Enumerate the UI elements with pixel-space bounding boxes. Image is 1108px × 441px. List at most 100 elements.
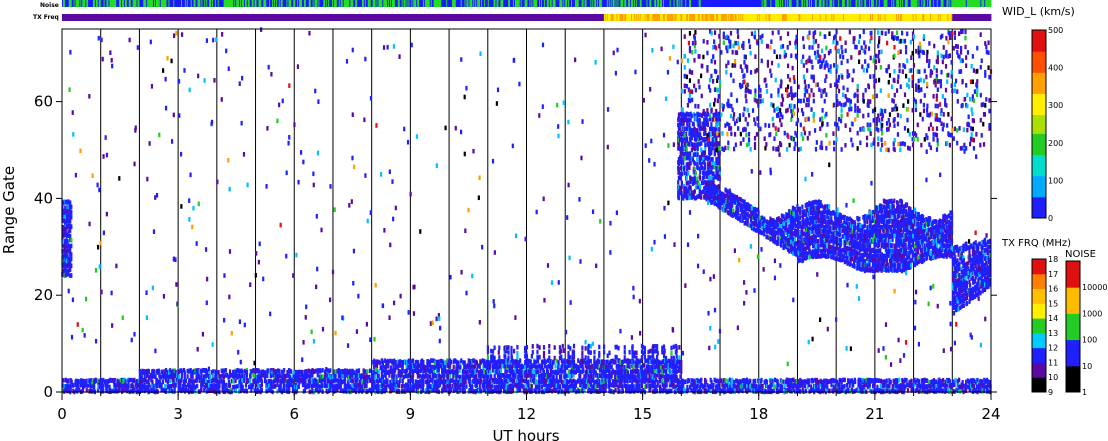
data-cell: [589, 350, 592, 355]
data-cell: [222, 368, 226, 374]
data-cell: [572, 343, 576, 349]
data-cell: [257, 388, 260, 394]
data-cell: [186, 374, 189, 379]
data-cell: [643, 346, 647, 351]
data-cell: [602, 359, 606, 365]
data-cell: [463, 360, 466, 365]
data-cell: [437, 378, 440, 384]
data-cell: [339, 383, 342, 389]
data-cell: [525, 344, 529, 350]
data-cell: [449, 359, 453, 365]
data-cell: [343, 373, 346, 379]
data-cell: [283, 367, 286, 373]
data-cell: [374, 374, 377, 379]
data-cell: [511, 388, 515, 394]
data-cell: [224, 382, 227, 388]
data-cell: [495, 389, 498, 394]
data-cell: [366, 389, 369, 394]
data-cell: [678, 379, 681, 385]
data-cell: [483, 358, 486, 364]
data-cell: [270, 379, 273, 385]
data-cell: [178, 374, 181, 380]
data-cell: [653, 364, 656, 370]
data-cell: [579, 369, 582, 375]
data-cell: [297, 384, 300, 390]
data-cell: [180, 370, 184, 375]
data-cell: [486, 355, 489, 360]
data-cell: [621, 359, 624, 365]
data-cell: [214, 383, 218, 389]
data-cell: [521, 365, 524, 370]
data-cell: [133, 377, 136, 383]
data-cell: [368, 368, 372, 374]
data-cell: [144, 384, 147, 390]
data-cell: [323, 379, 327, 384]
data-cell: [553, 345, 556, 350]
data-cell: [76, 388, 79, 394]
data-cell: [513, 348, 516, 354]
data-cell: [590, 374, 593, 379]
data-cell: [422, 382, 425, 388]
data-cell: [422, 378, 425, 384]
data-cell: [124, 379, 127, 384]
data-cell: [506, 363, 509, 369]
data-cell: [554, 363, 557, 369]
data-cell: [525, 383, 528, 389]
data-cell: [531, 350, 534, 355]
data-cell: [612, 370, 615, 375]
data-cell: [637, 369, 640, 375]
data-cell: [329, 368, 332, 373]
data-cell: [217, 370, 220, 375]
data-cell: [567, 369, 570, 374]
data-cell: [534, 364, 537, 370]
data-cell: [264, 370, 267, 375]
data-cell: [200, 373, 203, 379]
data-cell: [437, 359, 440, 365]
data-cell: [507, 345, 510, 350]
data-cell: [209, 374, 212, 380]
data-cell: [493, 355, 496, 361]
data-cell: [587, 343, 590, 349]
data-cell: [538, 345, 541, 350]
data-cell: [621, 384, 624, 389]
data-cell: [645, 358, 648, 364]
data-cell: [138, 374, 141, 380]
data-cell: [507, 350, 510, 355]
data-cell: [548, 343, 551, 349]
data-cell: [663, 348, 666, 354]
data-cell: [377, 384, 380, 390]
data-cell: [640, 355, 644, 360]
data-cell: [534, 359, 537, 365]
data-cell: [608, 369, 611, 374]
data-cell: [548, 349, 551, 354]
data-cell: [102, 388, 105, 394]
data-cell: [529, 359, 532, 365]
data-cell: [174, 382, 177, 388]
data-cell: [567, 350, 570, 356]
data-cell: [334, 369, 337, 374]
data-cell: [536, 349, 539, 355]
data-cell: [558, 384, 562, 389]
data-cell: [411, 358, 415, 364]
txfreq-strip: TX Freq: [33, 14, 992, 21]
data-cell: [544, 378, 547, 384]
data-cell: [381, 368, 385, 373]
data-cell: [212, 373, 215, 378]
data-cell: [504, 378, 507, 384]
data-cell: [649, 348, 652, 354]
data-cell: [464, 379, 467, 385]
noise-strip-label: Noise: [40, 2, 59, 9]
data-cell: [587, 358, 590, 364]
data-cell: [279, 383, 282, 389]
data-cell: [184, 384, 188, 390]
noise-strip: Noise: [40, 0, 992, 9]
data-cell: [543, 363, 546, 369]
data-cell: [465, 384, 468, 389]
data-cell: [457, 379, 460, 385]
data-cell: [411, 379, 415, 384]
data-cell: [417, 360, 420, 365]
data-cell: [304, 379, 307, 384]
txfreq-cell: [990, 14, 992, 21]
data-cell: [222, 374, 226, 380]
data-cell: [64, 384, 67, 389]
